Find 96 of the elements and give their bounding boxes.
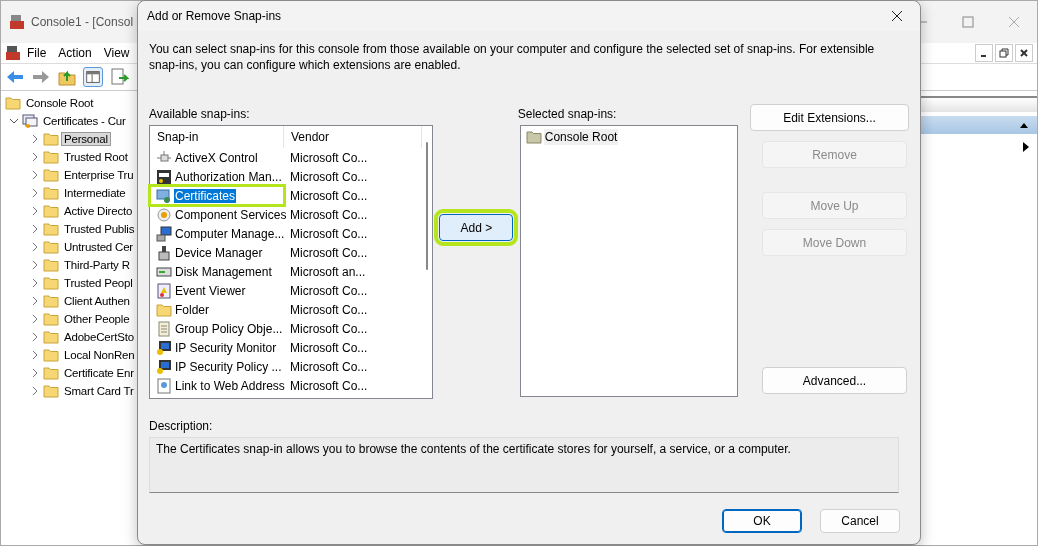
folder-icon (43, 186, 59, 200)
vendor-cell-text: Microsoft Co... (289, 340, 368, 355)
advanced-button[interactable]: Advanced... (762, 367, 907, 394)
snap-in-name[interactable]: Link to Web Address (150, 376, 284, 395)
section-label: Available snap-ins: (149, 107, 251, 123)
tree-item[interactable]: Certificates - Cur (40, 114, 129, 128)
vendor-cell-text: Microsoft Co... (289, 150, 368, 165)
dialog-button[interactable]: OK (722, 509, 802, 533)
folder-icon (43, 384, 59, 398)
menu-item[interactable]: Action (52, 46, 98, 60)
restore-icon[interactable] (995, 44, 1013, 62)
tree-item[interactable]: Local NonRen (61, 348, 138, 362)
folder-icon (43, 258, 59, 272)
snap-in-name[interactable]: Disk Management (150, 262, 284, 281)
snap-in-name[interactable]: Computer Manage... (150, 224, 284, 243)
vendor-cell-text: Microsoft Co... (289, 207, 368, 222)
minimize-icon[interactable] (975, 44, 993, 62)
snap-in-name[interactable]: Component Services (150, 205, 284, 224)
vendor-cell-text: Microsoft Co... (289, 359, 368, 374)
vendor-cell-text: Microsoft an... (289, 264, 366, 279)
vendor-cell-text: Microsoft Co... (289, 378, 368, 393)
snap-in-name[interactable]: ActiveX Control (150, 148, 284, 167)
toolbox-icon (5, 45, 21, 61)
vendor-cell-text: Microsoft Co... (289, 283, 368, 298)
vendor-cell-text: Microsoft Co... (289, 245, 368, 260)
vendor-cell-text: Microsoft Co... (289, 321, 368, 336)
tree-item[interactable]: Trusted Publis (61, 222, 138, 236)
window-title: Console1 - [Consol (31, 15, 134, 29)
tree-item[interactable]: Client Authen (61, 294, 133, 308)
tree-item[interactable]: Active Directo (61, 204, 136, 218)
toolbox-icon (9, 14, 25, 30)
vendor-cell-text: Microsoft Co... (289, 226, 368, 241)
folder-icon (43, 312, 59, 326)
close-icon (891, 10, 903, 22)
tree-item[interactable]: AdobeCertSto (61, 330, 137, 344)
snap-in-name[interactable]: Authorization Man... (150, 167, 284, 186)
certificate-monitor-icon (156, 187, 172, 204)
tree-item[interactable]: Personal (61, 132, 111, 146)
certificate-stack-icon (22, 113, 38, 129)
column-header[interactable]: Vendor (284, 126, 422, 148)
close-icon[interactable] (1015, 44, 1033, 62)
dialog-button[interactable]: Cancel (820, 509, 900, 533)
tree-item[interactable]: Trusted Root (61, 150, 131, 164)
collapse-triangle-icon[interactable] (1019, 121, 1029, 129)
folder-icon (525, 130, 542, 144)
folder-icon (43, 366, 59, 380)
vendor-cell-text: Microsoft Co... (289, 188, 368, 203)
list-item[interactable]: Console Root (543, 129, 619, 145)
scroll-icon (156, 320, 172, 337)
snap-in-name[interactable]: Device Manager (150, 243, 284, 262)
snap-in-name[interactable]: IP Security Monitor (150, 338, 284, 357)
tree-item[interactable]: Intermediate (61, 186, 129, 200)
snap-in-name[interactable]: Certificates (150, 186, 284, 205)
tree-item[interactable]: Trusted Peopl (61, 276, 136, 290)
column-header[interactable]: Snap-in (150, 126, 284, 148)
tree-item[interactable]: Untrusted Cer (61, 240, 136, 254)
snap-in-name[interactable]: Event Viewer (150, 281, 284, 300)
folder-icon (43, 132, 59, 146)
folder-icon (43, 240, 59, 254)
tree-item[interactable]: Certificate Enr (61, 366, 137, 380)
tree-item[interactable]: Console Root (23, 96, 97, 110)
folder-icon (43, 330, 59, 344)
tree-item[interactable]: Other People (61, 312, 133, 326)
snap-in-name[interactable]: IP Security Policy ... (150, 357, 284, 376)
tree-item[interactable]: Enterprise Tru (61, 168, 137, 182)
section-label: Selected snap-ins: (517, 107, 618, 123)
snap-in-name[interactable]: Group Policy Obje... (150, 319, 284, 338)
device-icon (156, 244, 172, 261)
computer-icon (156, 225, 172, 242)
description-label: Description: (149, 419, 214, 435)
vendor-cell-text: Microsoft Co... (289, 302, 368, 317)
menu-item[interactable]: File (21, 46, 53, 60)
folder-icon (43, 168, 59, 182)
export-list-icon[interactable] (109, 67, 129, 87)
folder-icon (43, 276, 59, 290)
folder-icon (43, 222, 59, 236)
submenu-triangle-icon[interactable] (1023, 142, 1029, 152)
event-log-icon (156, 282, 172, 299)
tree-pane-icon[interactable] (83, 67, 103, 87)
menu-item[interactable]: View (97, 46, 136, 60)
web-page-icon (156, 377, 172, 394)
tree-item[interactable]: Third-Party R (61, 258, 133, 272)
tree-item[interactable]: Smart Card Tr (61, 384, 137, 398)
dialog-title: Add or Remove Snap-ins (147, 9, 282, 23)
folder-icon (5, 96, 21, 110)
folder-icon (156, 301, 172, 318)
action-button[interactable]: Edit Extensions... (750, 104, 909, 131)
instructions-text: You can select snap-ins for this console from those available on your computer and configure the selected set of snap-ins. For extensible snap-ins, you can configure which extensions are enabled. (149, 41, 876, 73)
scrollbar-thumb[interactable] (426, 142, 428, 270)
snap-in-name[interactable]: Folder (150, 300, 284, 319)
folder-icon (43, 150, 59, 164)
description-text: The Certificates snap-in allows you to browse the contents of the certificate stores for yourself, a service, or a computer. (149, 437, 899, 493)
folder-icon (43, 294, 59, 308)
folder-icon (43, 204, 59, 218)
vendor-cell-text: Microsoft Co... (289, 169, 368, 184)
folder-icon (43, 348, 59, 362)
